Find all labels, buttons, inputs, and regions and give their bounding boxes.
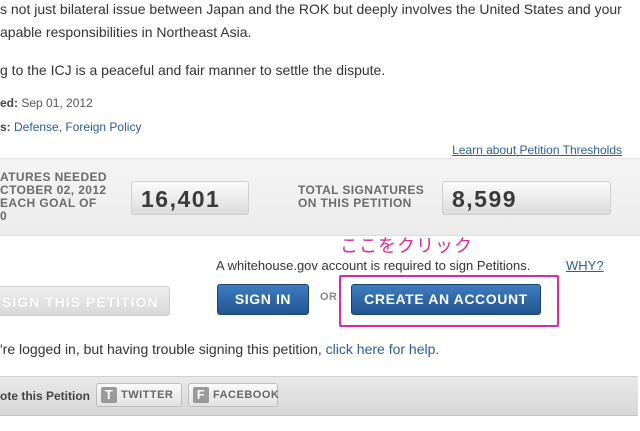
issue-link-defense[interactable]: Defense	[14, 120, 59, 134]
help-text: 're logged in, but having trouble signin…	[0, 341, 439, 357]
signatures-needed-label: ATURES NEEDED CTOBER 02, 2012 EACH GOAL …	[0, 171, 120, 223]
signatures-needed-label-line-4: 0	[0, 209, 8, 223]
created-value: Sep 01, 2012	[21, 96, 93, 110]
petition-body-line-2: apable responsibilities in Northeast Asi…	[0, 24, 252, 40]
signatures-needed-label-line-3: EACH GOAL OF	[0, 196, 97, 210]
petition-body-line-3: g to the ICJ is a peaceful and fair mann…	[0, 62, 386, 78]
annotation-click-here: ここをクリック	[340, 236, 473, 256]
petition-body-line-1: s not just bilateral issue between Japan…	[0, 1, 622, 17]
share-bar: ote this Petition t TWITTER f FACEBOOK	[0, 376, 638, 416]
facebook-share-label: FACEBOOK	[213, 389, 280, 401]
total-signatures-label-line-2: ON THIS PETITION	[298, 196, 412, 210]
account-required-text: A whitehouse.gov account is required to …	[216, 258, 531, 273]
signatures-needed-counter: 16,401	[131, 181, 249, 215]
sign-petition-button[interactable]: SIGN THIS PETITION	[0, 286, 170, 316]
issues-separator: ,	[58, 120, 63, 134]
share-label: ote this Petition	[0, 389, 90, 403]
twitter-share-label: TWITTER	[121, 389, 174, 401]
total-signatures-counter: 8,599	[442, 181, 611, 215]
issue-link-foreign-policy[interactable]: Foreign Policy	[65, 120, 141, 134]
issues: s: Defense, Foreign Policy	[0, 120, 141, 134]
help-link[interactable]: click here for help.	[326, 341, 440, 357]
facebook-share-button[interactable]: f FACEBOOK	[188, 383, 280, 407]
annotation-highlight-box	[339, 275, 559, 327]
signatures-panel: ATURES NEEDED CTOBER 02, 2012 EACH GOAL …	[0, 158, 640, 236]
help-text-body: 're logged in, but having trouble signin…	[0, 341, 322, 357]
created-label: ed:	[0, 96, 18, 110]
facebook-icon: f	[193, 387, 209, 403]
issues-label: s:	[0, 120, 11, 134]
created-date: ed: Sep 01, 2012	[0, 96, 93, 110]
sign-in-button[interactable]: SIGN IN	[217, 284, 309, 315]
learn-thresholds-link[interactable]: Learn about Petition Thresholds	[452, 143, 622, 157]
twitter-share-button[interactable]: t TWITTER	[96, 383, 182, 407]
or-separator: OR	[320, 291, 338, 303]
why-link[interactable]: WHY?	[566, 258, 604, 273]
total-signatures-label: TOTAL SIGNATURES ON THIS PETITION	[298, 184, 438, 210]
twitter-icon: t	[101, 387, 117, 403]
